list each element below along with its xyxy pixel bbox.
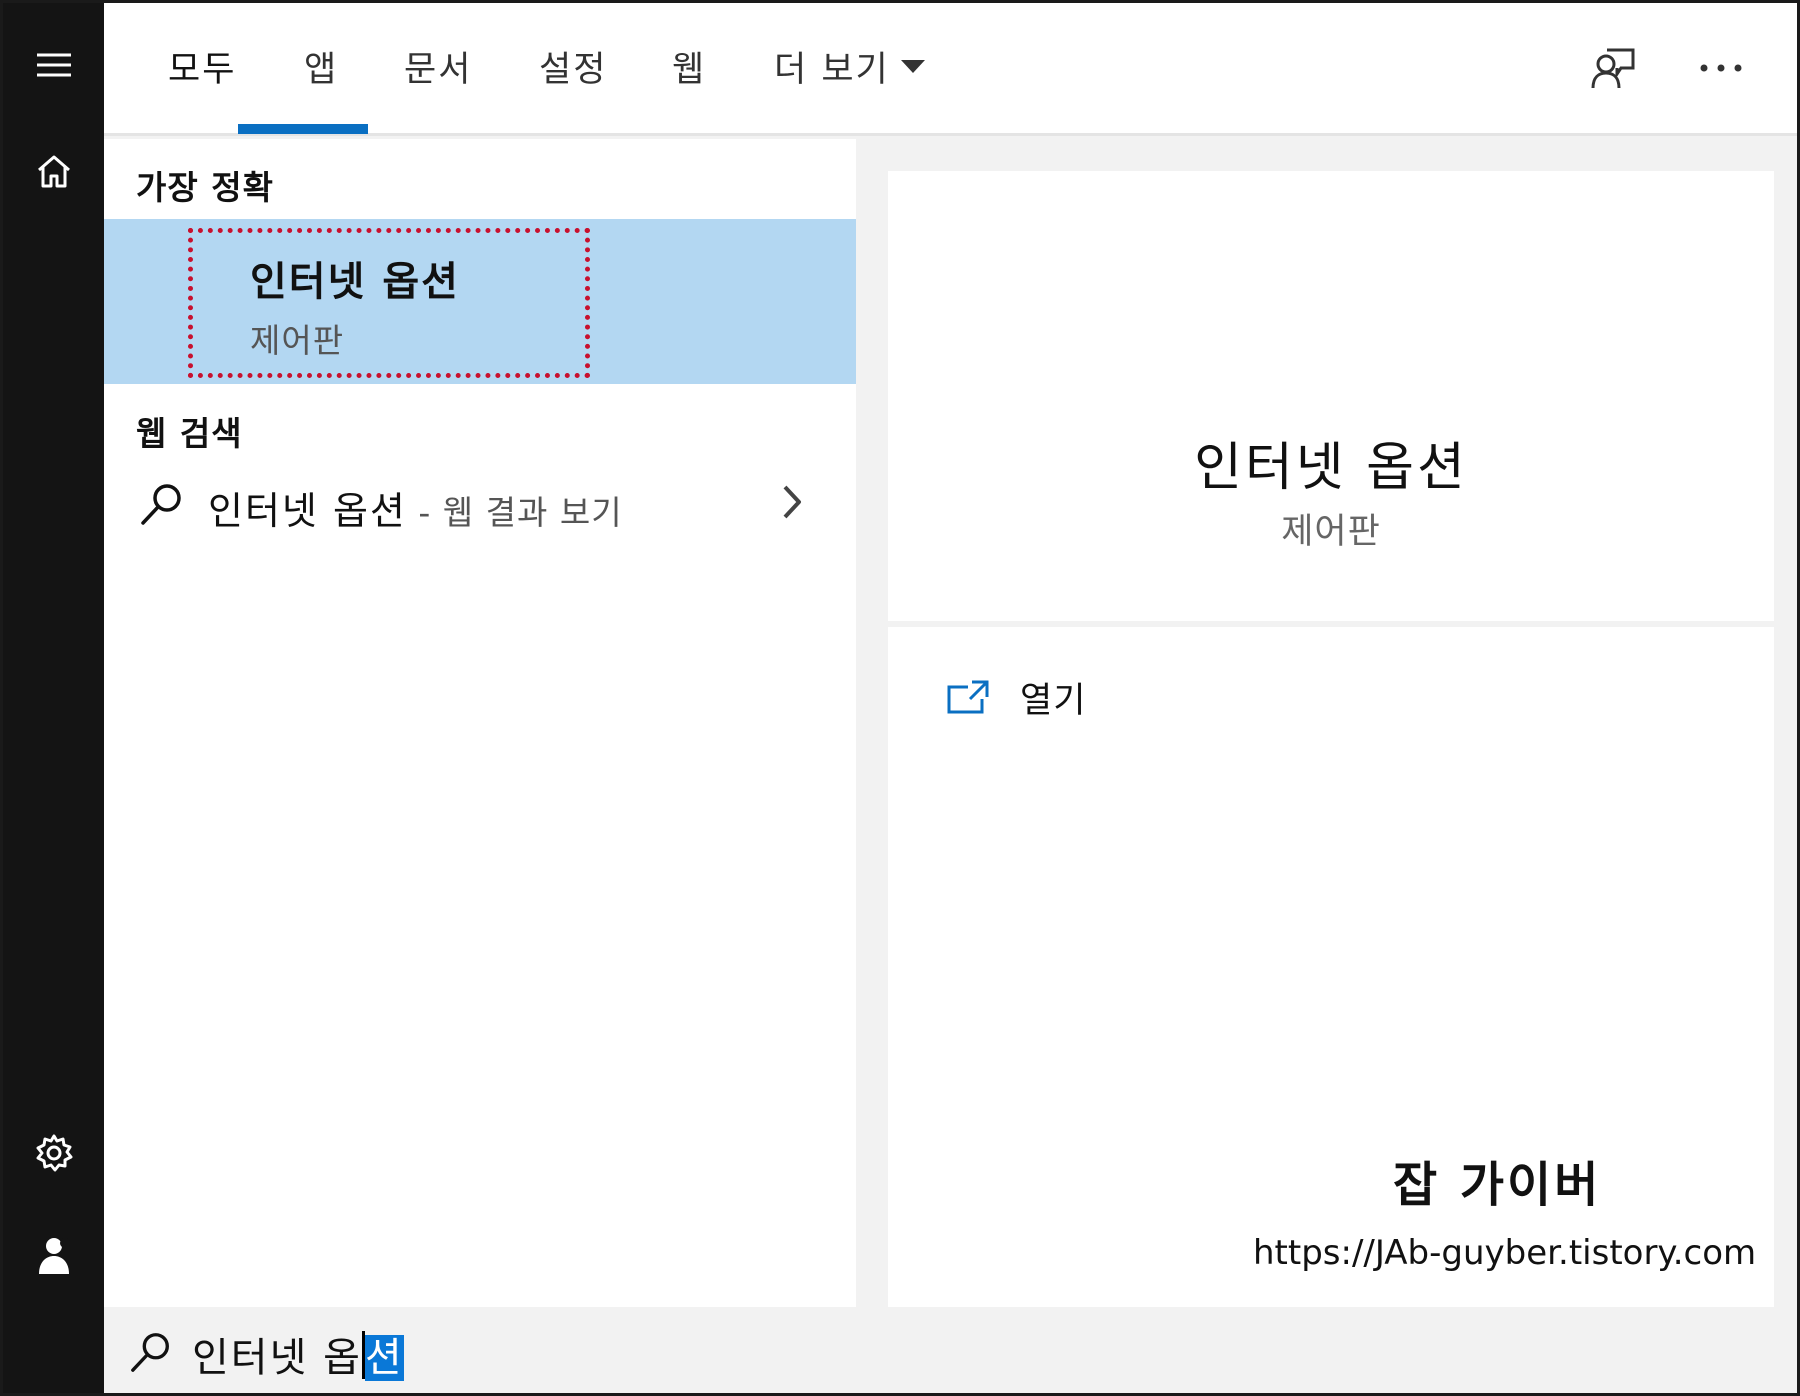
open-icon — [947, 680, 989, 714]
chevron-right-icon — [783, 485, 801, 519]
caret-down-icon — [900, 60, 925, 73]
best-match-heading: 가장 정확 — [136, 168, 274, 207]
left-rail — [3, 3, 104, 1393]
best-match-result[interactable]: 인터넷 옵션 제어판 — [104, 219, 856, 384]
web-result-query: 인터넷 옵션 — [208, 489, 407, 533]
search-icon — [141, 484, 181, 525]
watermark-title: 잡 가이버 — [1393, 1157, 1602, 1213]
tab-more-label: 더 보기 — [774, 49, 890, 90]
tab-documents[interactable]: 문서 — [404, 41, 472, 91]
tab-apps[interactable]: 앱 — [304, 41, 338, 91]
watermark-url: https://JAb-guyber.tistory.com — [1253, 1233, 1757, 1273]
best-match-title: 인터넷 옵션 — [250, 259, 460, 305]
results-pane: 가장 정확 인터넷 옵션 제어판 웹 검색 인터넷 옵션 - 웹 결과 보기 — [104, 139, 856, 1307]
web-search-heading: 웹 검색 — [136, 414, 243, 453]
active-tab-indicator — [238, 124, 368, 134]
feedback-icon — [1591, 48, 1635, 89]
tab-web[interactable]: 웹 — [672, 41, 706, 91]
open-action[interactable]: 열기 — [946, 667, 1086, 727]
tab-more[interactable]: 더 보기 — [774, 41, 926, 91]
ellipsis-icon — [1700, 64, 1742, 72]
settings-button[interactable] — [3, 1113, 104, 1193]
search-icon — [131, 1333, 169, 1372]
gear-icon — [36, 1134, 72, 1172]
tab-settings[interactable]: 설정 — [539, 41, 607, 91]
user-icon — [38, 1238, 70, 1274]
home-icon — [37, 155, 70, 188]
preview-actions: 열기 잡 가이버 https://JAb-guyber.tistory.com — [888, 627, 1774, 1307]
hamburger-icon — [36, 53, 71, 77]
search-input[interactable]: 인터넷 옵션 — [192, 1325, 404, 1383]
home-button[interactable] — [3, 131, 104, 211]
more-options-button[interactable] — [1694, 41, 1748, 95]
search-box[interactable]: 인터넷 옵션 — [104, 1307, 1797, 1393]
search-input-text: 인터넷 옵 — [192, 1335, 362, 1381]
web-search-result[interactable]: 인터넷 옵션 - 웹 결과 보기 — [104, 472, 856, 552]
preview-subtitle: 제어판 — [1281, 512, 1381, 552]
account-button[interactable] — [3, 1215, 104, 1295]
tab-all[interactable]: 모두 — [168, 41, 236, 91]
preview-title: 인터넷 옵션 — [1194, 438, 1468, 498]
open-action-label: 열기 — [1020, 680, 1087, 721]
search-window: 모두 앱 문서 설정 웹 더 보기 가장 정확 인터넷 옵션 제어판 웹 검색 … — [0, 0, 1800, 1396]
feedback-button[interactable] — [1586, 41, 1640, 95]
preview-header: 인터넷 옵션 제어판 — [888, 171, 1774, 621]
web-result-suffix: - 웹 결과 보기 — [406, 493, 623, 532]
menu-button[interactable] — [3, 25, 104, 105]
best-match-subtitle: 제어판 — [250, 321, 345, 360]
tab-bar: 모두 앱 문서 설정 웹 더 보기 — [104, 3, 1797, 136]
search-input-selection: 션 — [364, 1335, 404, 1381]
web-result-text: 인터넷 옵션 - 웹 결과 보기 — [208, 480, 623, 535]
